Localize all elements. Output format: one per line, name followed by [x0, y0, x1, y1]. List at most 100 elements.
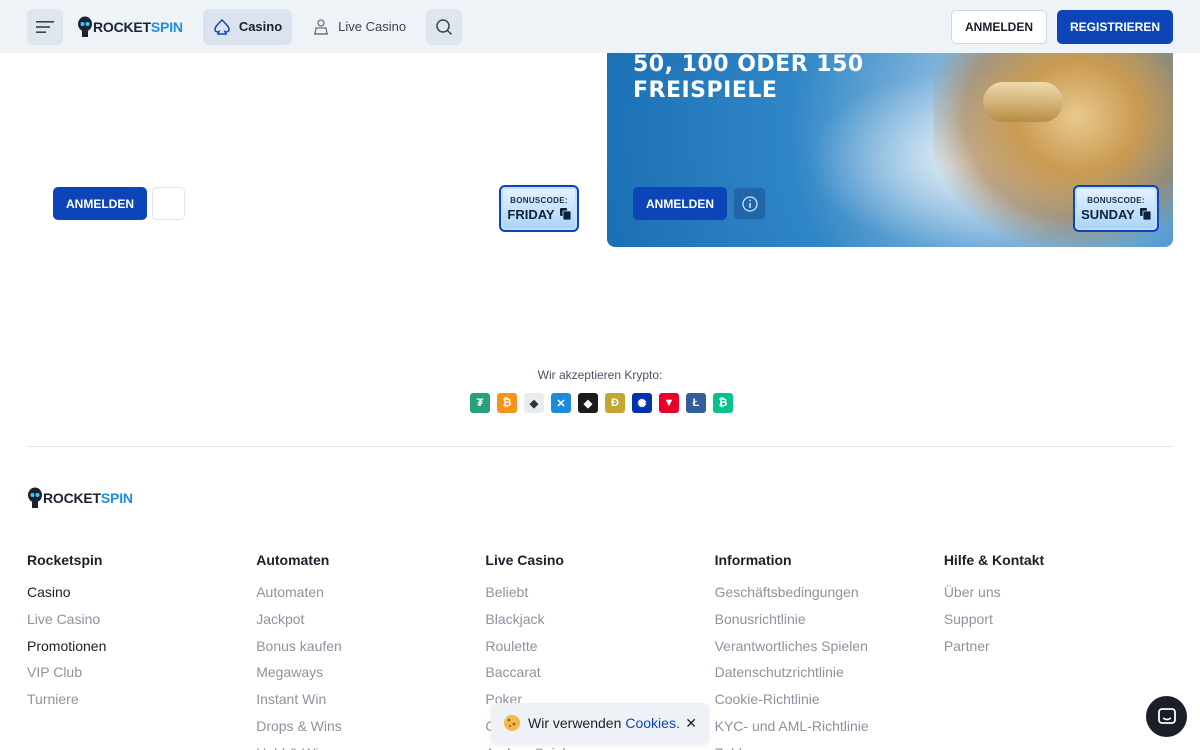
tron-icon: ▼ [659, 393, 679, 413]
footer-link[interactable]: Bonus kaufen [256, 636, 485, 663]
search-button[interactable] [426, 8, 463, 45]
header-logo[interactable]: ROCKETSPIN [77, 16, 183, 38]
footer-link[interactable]: Instant Win [256, 689, 485, 716]
ripple-icon: ✕ [551, 393, 571, 413]
tether-icon: ₮ [470, 393, 490, 413]
footer-link[interactable]: Megaways [256, 662, 485, 689]
page: ROCKETSPIN Casino Live Casino ANMELDEN R [0, 0, 1200, 750]
footer-link[interactable]: Jackpot [256, 609, 485, 636]
logo-rocket: ROCKET [93, 18, 151, 35]
footer-link[interactable]: Beliebt [485, 582, 714, 609]
bonus-code-value: FRIDAY [507, 206, 555, 222]
footer-link[interactable]: Cookie-Richtlinie [715, 689, 944, 716]
bonus-code-sunday[interactable]: BONUSCODE: SUNDAY [1073, 185, 1159, 232]
bonus-label: BONUSCODE: [510, 195, 568, 205]
footer-link[interactable]: Turniere [27, 689, 256, 716]
bonus-code-friday[interactable]: BONUSCODE: FRIDAY [499, 185, 579, 232]
promo-title-line2: FREISPIELE [633, 78, 778, 103]
header-actions: ANMELDEN REGISTRIEREN [950, 9, 1173, 44]
promo-card-sunday: 50, 100 ODER 150 FREISPIELE ANMELDEN BON… [607, 30, 1173, 247]
copy-icon [1139, 208, 1151, 220]
footer-link[interactable]: Andere Spiele [485, 743, 714, 750]
cookie-text: Wir verwenden [528, 715, 622, 731]
footer-column: Hilfe & Kontakt Über uns Support Partner [944, 552, 1173, 750]
footer-link[interactable]: Hold & Win [256, 743, 485, 750]
footer-logo-rocket: ROCKET [43, 490, 101, 506]
top-header: ROCKETSPIN Casino Live Casino ANMELDEN R [0, 0, 1200, 53]
footer-link[interactable]: Verantwortliches Spielen [715, 636, 944, 663]
footer-link[interactable]: KYC- und AML-Richtlinie [715, 716, 944, 743]
chat-icon [1157, 707, 1176, 724]
footer-link[interactable]: Promotionen [27, 636, 256, 663]
bonus-code-row: FRIDAY [507, 206, 571, 222]
litecoin-icon: Ł [686, 393, 706, 413]
ethereum-icon: ◆ [524, 393, 544, 413]
menu-button[interactable] [27, 8, 63, 45]
footer-link[interactable]: Casino [27, 582, 256, 609]
footer-link[interactable]: Geschäftsbedingungen [715, 582, 944, 609]
rocket-skull-logo-icon [28, 487, 42, 508]
footer-column-title: Automaten [256, 552, 330, 568]
cookie-link[interactable]: Cookies. [625, 715, 679, 731]
footer-link[interactable]: Live Casino [27, 609, 256, 636]
promo-left-info-button[interactable] [152, 187, 185, 220]
cookie-banner: Wir verwenden Cookies. ✕ [491, 703, 709, 743]
footer-logo-text: ROCKETSPIN [43, 490, 133, 506]
bonus-label: BONUSCODE: [1087, 195, 1145, 205]
promo-title: 50, 100 ODER 150 FREISPIELE [633, 52, 864, 104]
cookie-icon [504, 715, 520, 731]
crypto-icons: ₮ ₿ ◆ ✕ ◆ Ð ✺ ▼ Ł ₿ [470, 393, 733, 413]
logo-spin: SPIN [150, 18, 183, 35]
footer-column: Automaten Automaten Jackpot Bonus kaufen Meg… [256, 552, 485, 750]
footer-divider [27, 446, 1173, 447]
promo-right-login-button[interactable]: ANMELDEN [633, 187, 727, 220]
footer-link[interactable]: Baccarat [485, 662, 714, 689]
goggles-image [983, 82, 1063, 122]
footer-logo-spin: SPIN [100, 490, 133, 506]
nav-casino[interactable]: Casino [202, 8, 293, 45]
footer-link[interactable]: Zahlungen [715, 743, 944, 750]
chat-button[interactable] [1146, 696, 1187, 737]
crypto-label: Wir akzeptieren Krypto: [537, 368, 663, 382]
promo-card-friday: ANMELDEN BONUSCODE: FRIDAY [27, 53, 587, 247]
bonus-code-row: SUNDAY [1081, 207, 1151, 222]
promo-left-login-button[interactable]: ANMELDEN [53, 187, 147, 220]
register-button[interactable]: REGISTRIEREN [1056, 9, 1173, 44]
footer-link[interactable]: Über uns [944, 582, 1173, 609]
footer-column-title: Rocketspin [27, 552, 103, 568]
footer-link[interactable]: Partner [944, 636, 1173, 663]
footer-link[interactable]: Blackjack [485, 609, 714, 636]
nav-live-casino-label: Live Casino [338, 19, 407, 34]
footer-column-title: Information [714, 552, 792, 568]
footer-link[interactable]: Datenschutzrichtlinie [715, 662, 944, 689]
footer-link[interactable]: Automaten [256, 582, 485, 609]
footer-logo[interactable]: ROCKETSPIN [27, 487, 133, 509]
search-icon [436, 18, 453, 35]
hamburger-menu-icon [36, 20, 54, 33]
footer-link[interactable]: VIP Club [27, 662, 256, 689]
footer-column-title: Hilfe & Kontakt [943, 552, 1045, 568]
binance-icon: ◆ [578, 393, 598, 413]
cookie-close-button[interactable]: ✕ [685, 715, 697, 732]
promo-right-info-button[interactable] [733, 187, 766, 220]
promo-title-line1: 50, 100 ODER 150 [633, 52, 864, 77]
nav-casino-label: Casino [238, 19, 283, 34]
dealer-icon [314, 18, 329, 35]
login-button[interactable]: ANMELDEN [950, 9, 1047, 44]
footer-column: Information Geschäftsbedingungen Bonusrich… [715, 552, 944, 750]
info-icon [741, 195, 758, 212]
copy-icon [559, 208, 571, 220]
cardano-icon: ✺ [632, 393, 652, 413]
footer-link[interactable]: Bonusrichtlinie [715, 609, 944, 636]
footer-column-title: Live Casino [485, 552, 564, 568]
bonus-code-value: SUNDAY [1081, 206, 1135, 222]
footer-link[interactable]: Roulette [485, 636, 714, 663]
bitcoin-cash-icon: ₿ [713, 393, 733, 413]
logo-text: ROCKETSPIN [93, 19, 183, 35]
nav-live-casino[interactable]: Live Casino [302, 9, 416, 45]
footer-link[interactable]: Support [944, 609, 1173, 636]
spade-icon [214, 18, 230, 35]
bitcoin-icon: ₿ [497, 393, 517, 413]
footer-link[interactable]: Drops & Wins [256, 716, 485, 743]
rocket-skull-logo-icon [78, 16, 92, 37]
